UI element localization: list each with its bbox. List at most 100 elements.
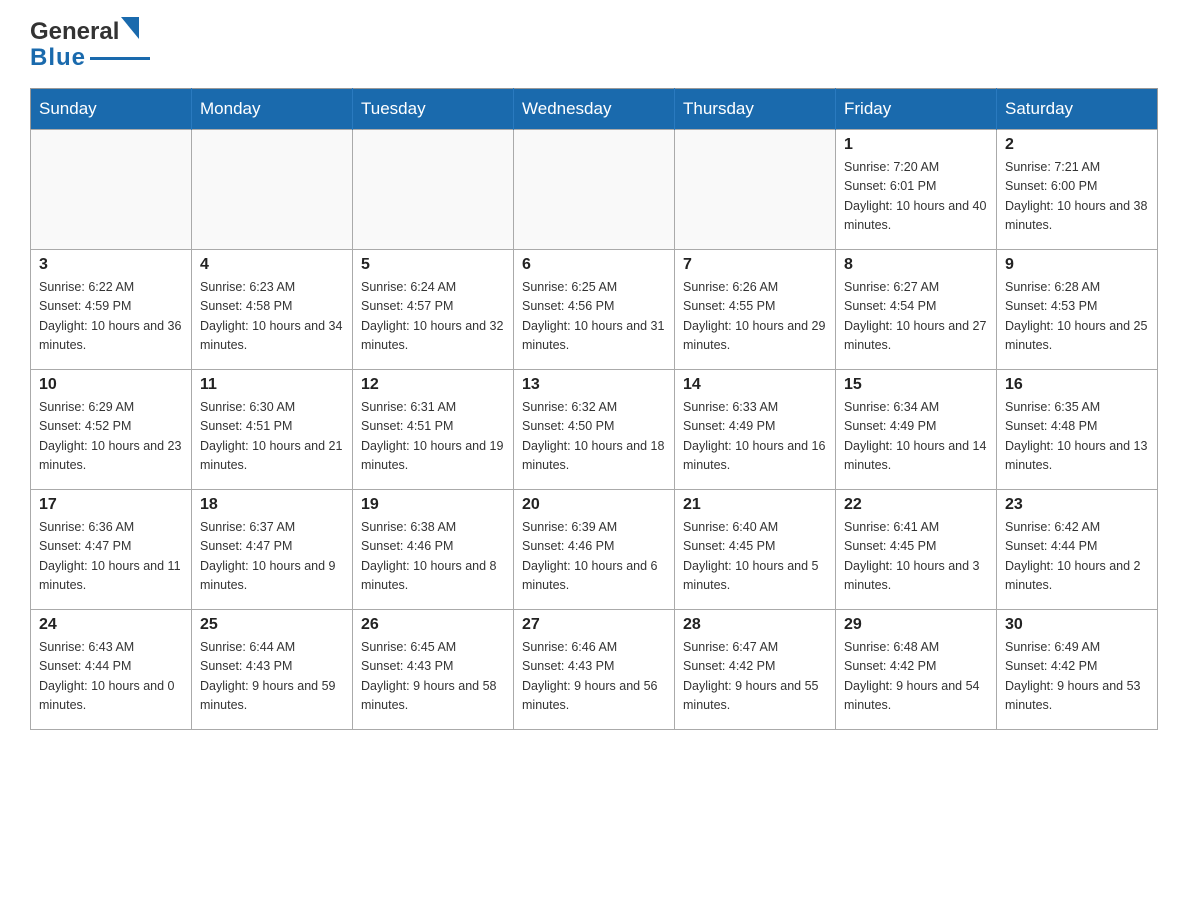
day-number: 17 <box>39 496 183 514</box>
day-number: 20 <box>522 496 666 514</box>
logo-blue-line: Blue <box>30 44 150 72</box>
logo-blue-underline <box>90 57 150 60</box>
day-number: 13 <box>522 376 666 394</box>
calendar-cell: 10Sunrise: 6:29 AMSunset: 4:52 PMDayligh… <box>31 370 192 490</box>
weekday-header-saturday: Saturday <box>997 89 1158 130</box>
day-info: Sunrise: 6:46 AMSunset: 4:43 PMDaylight:… <box>522 638 666 716</box>
day-info: Sunrise: 6:47 AMSunset: 4:42 PMDaylight:… <box>683 638 827 716</box>
day-number: 11 <box>200 376 344 394</box>
calendar-cell: 28 Sunrise: 6:47 AMSunset: 4:42 PMDayligh… <box>675 610 836 730</box>
logo-wordmark: General <box>30 20 150 44</box>
day-info: Sunrise: 6:25 AMSunset: 4:56 PMDaylight:… <box>522 278 666 356</box>
day-number: 28 <box>683 616 827 634</box>
week-row-2: 3 Sunrise: 6:22 AMSunset: 4:59 PMDaylight… <box>31 250 1158 370</box>
day-number: 21 <box>683 496 827 514</box>
logo-general-word: General <box>30 20 119 44</box>
day-number: 5 <box>361 256 505 274</box>
day-number: 19 <box>361 496 505 514</box>
calendar-cell: 5Sunrise: 6:24 AMSunset: 4:57 PMDaylight… <box>353 250 514 370</box>
week-row-3: 10Sunrise: 6:29 AMSunset: 4:52 PMDayligh… <box>31 370 1158 490</box>
calendar-cell <box>192 130 353 250</box>
day-number: 6 <box>522 256 666 274</box>
day-info: Sunrise: 6:44 AMSunset: 4:43 PMDaylight:… <box>200 638 344 716</box>
day-info: Sunrise: 6:48 AMSunset: 4:42 PMDaylight:… <box>844 638 988 716</box>
day-number: 12 <box>361 376 505 394</box>
calendar-cell: 16 Sunrise: 6:35 AMSunset: 4:48 PMDayligh… <box>997 370 1158 490</box>
day-info: Sunrise: 6:32 AMSunset: 4:50 PMDaylight:… <box>522 398 666 476</box>
day-number: 8 <box>844 256 988 274</box>
calendar-cell: 3 Sunrise: 6:22 AMSunset: 4:59 PMDaylight… <box>31 250 192 370</box>
day-number: 4 <box>200 256 344 274</box>
calendar-cell: 24 Sunrise: 6:43 AMSunset: 4:44 PMDayligh… <box>31 610 192 730</box>
logo-flag-icon <box>121 17 139 43</box>
day-number: 30 <box>1005 616 1149 634</box>
day-number: 24 <box>39 616 183 634</box>
day-number: 26 <box>361 616 505 634</box>
day-info: Sunrise: 6:22 AMSunset: 4:59 PMDaylight:… <box>39 278 183 356</box>
week-row-4: 17 Sunrise: 6:36 AMSunset: 4:47 PMDayligh… <box>31 490 1158 610</box>
day-info: Sunrise: 6:26 AMSunset: 4:55 PMDaylight:… <box>683 278 827 356</box>
weekday-header-wednesday: Wednesday <box>514 89 675 130</box>
calendar-cell: 1 Sunrise: 7:20 AMSunset: 6:01 PMDaylight… <box>836 130 997 250</box>
day-number: 9 <box>1005 256 1149 274</box>
day-info: Sunrise: 6:35 AMSunset: 4:48 PMDaylight:… <box>1005 398 1149 476</box>
calendar-cell: 19Sunrise: 6:38 AMSunset: 4:46 PMDayligh… <box>353 490 514 610</box>
logo: General Blue <box>30 20 150 72</box>
day-number: 14 <box>683 376 827 394</box>
day-info: Sunrise: 6:28 AMSunset: 4:53 PMDaylight:… <box>1005 278 1149 356</box>
day-number: 1 <box>844 136 988 154</box>
day-info: Sunrise: 6:42 AMSunset: 4:44 PMDaylight:… <box>1005 518 1149 596</box>
day-info: Sunrise: 6:29 AMSunset: 4:52 PMDaylight:… <box>39 398 183 476</box>
calendar-cell: 2Sunrise: 7:21 AMSunset: 6:00 PMDaylight… <box>997 130 1158 250</box>
calendar-cell: 14Sunrise: 6:33 AMSunset: 4:49 PMDayligh… <box>675 370 836 490</box>
calendar-cell: 7 Sunrise: 6:26 AMSunset: 4:55 PMDaylight… <box>675 250 836 370</box>
day-info: Sunrise: 6:31 AMSunset: 4:51 PMDaylight:… <box>361 398 505 476</box>
day-info: Sunrise: 6:43 AMSunset: 4:44 PMDaylight:… <box>39 638 183 716</box>
calendar-cell <box>353 130 514 250</box>
day-info: Sunrise: 6:27 AMSunset: 4:54 PMDaylight:… <box>844 278 988 356</box>
day-number: 27 <box>522 616 666 634</box>
day-info: Sunrise: 6:37 AMSunset: 4:47 PMDaylight:… <box>200 518 344 596</box>
day-number: 23 <box>1005 496 1149 514</box>
calendar-cell <box>31 130 192 250</box>
day-number: 3 <box>39 256 183 274</box>
day-number: 25 <box>200 616 344 634</box>
page-header: General Blue <box>30 20 1158 72</box>
calendar-cell: 21 Sunrise: 6:40 AMSunset: 4:45 PMDayligh… <box>675 490 836 610</box>
weekday-header-tuesday: Tuesday <box>353 89 514 130</box>
calendar-cell: 22Sunrise: 6:41 AMSunset: 4:45 PMDayligh… <box>836 490 997 610</box>
day-number: 29 <box>844 616 988 634</box>
day-info: Sunrise: 6:34 AMSunset: 4:49 PMDaylight:… <box>844 398 988 476</box>
logo-blue-word: Blue <box>30 44 86 72</box>
day-number: 16 <box>1005 376 1149 394</box>
day-info: Sunrise: 6:45 AMSunset: 4:43 PMDaylight:… <box>361 638 505 716</box>
calendar-cell: 29 Sunrise: 6:48 AMSunset: 4:42 PMDayligh… <box>836 610 997 730</box>
day-info: Sunrise: 7:20 AMSunset: 6:01 PMDaylight:… <box>844 158 988 236</box>
day-info: Sunrise: 6:39 AMSunset: 4:46 PMDaylight:… <box>522 518 666 596</box>
calendar-cell: 17 Sunrise: 6:36 AMSunset: 4:47 PMDayligh… <box>31 490 192 610</box>
day-number: 15 <box>844 376 988 394</box>
calendar-cell: 27 Sunrise: 6:46 AMSunset: 4:43 PMDayligh… <box>514 610 675 730</box>
calendar-cell: 9 Sunrise: 6:28 AMSunset: 4:53 PMDaylight… <box>997 250 1158 370</box>
day-info: Sunrise: 6:40 AMSunset: 4:45 PMDaylight:… <box>683 518 827 596</box>
calendar-cell <box>514 130 675 250</box>
day-info: Sunrise: 6:36 AMSunset: 4:47 PMDaylight:… <box>39 518 183 596</box>
calendar-cell: 18Sunrise: 6:37 AMSunset: 4:47 PMDayligh… <box>192 490 353 610</box>
day-number: 7 <box>683 256 827 274</box>
calendar-cell: 11 Sunrise: 6:30 AMSunset: 4:51 PMDayligh… <box>192 370 353 490</box>
calendar-cell: 30 Sunrise: 6:49 AMSunset: 4:42 PMDayligh… <box>997 610 1158 730</box>
calendar-table: SundayMondayTuesdayWednesdayThursdayFrid… <box>30 88 1158 730</box>
weekday-header-thursday: Thursday <box>675 89 836 130</box>
day-info: Sunrise: 6:30 AMSunset: 4:51 PMDaylight:… <box>200 398 344 476</box>
week-row-1: 1 Sunrise: 7:20 AMSunset: 6:01 PMDaylight… <box>31 130 1158 250</box>
day-number: 2 <box>1005 136 1149 154</box>
day-info: Sunrise: 6:49 AMSunset: 4:42 PMDaylight:… <box>1005 638 1149 716</box>
calendar-cell: 26 Sunrise: 6:45 AMSunset: 4:43 PMDayligh… <box>353 610 514 730</box>
calendar-cell <box>675 130 836 250</box>
calendar-cell: 25 Sunrise: 6:44 AMSunset: 4:43 PMDayligh… <box>192 610 353 730</box>
calendar-cell: 12 Sunrise: 6:31 AMSunset: 4:51 PMDayligh… <box>353 370 514 490</box>
day-info: Sunrise: 6:41 AMSunset: 4:45 PMDaylight:… <box>844 518 988 596</box>
calendar-cell: 6 Sunrise: 6:25 AMSunset: 4:56 PMDaylight… <box>514 250 675 370</box>
day-info: Sunrise: 6:23 AMSunset: 4:58 PMDaylight:… <box>200 278 344 356</box>
weekday-header-friday: Friday <box>836 89 997 130</box>
